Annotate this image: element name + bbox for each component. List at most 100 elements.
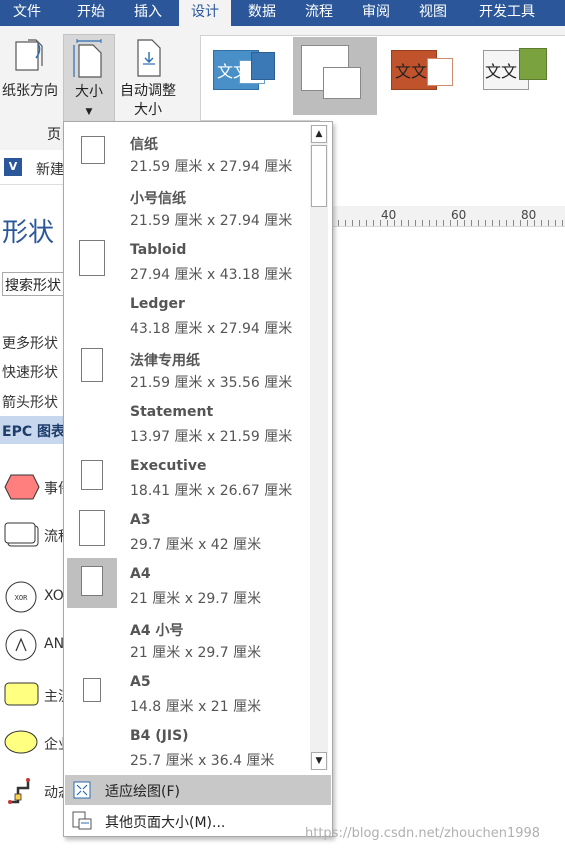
drawing-canvas[interactable]	[331, 227, 565, 854]
tab-data[interactable]: 数据	[236, 0, 288, 26]
enterprise-ellipse-icon	[4, 730, 38, 754]
tab-home[interactable]: 开始	[62, 0, 120, 26]
page-shape-icon	[79, 510, 105, 546]
stencil-main-flow[interactable]: 主流	[0, 680, 72, 710]
page-size-dimensions: 27.94 厘米 x 43.18 厘米	[130, 267, 293, 283]
size-button[interactable]: 大小 ▼	[63, 34, 115, 124]
page-thumbnail	[67, 558, 117, 608]
page-thumbnail	[67, 504, 117, 554]
page-size-option-letter[interactable]: 信纸 21.59 厘米 x 27.94 厘米	[66, 126, 308, 180]
page-size-option-executive[interactable]: Executive 18.41 厘米 x 26.67 厘米	[66, 450, 308, 504]
page-size-option-a3[interactable]: A3 29.7 厘米 x 42 厘米	[66, 504, 308, 558]
svg-text:XOR: XOR	[15, 594, 28, 602]
page-size-name: Ledger	[130, 296, 185, 312]
epc-stencil-header[interactable]: EPC 图表	[0, 416, 65, 444]
page-thumbnail	[67, 180, 117, 230]
tab-file[interactable]: 文件	[0, 0, 54, 26]
page-size-dimensions: 29.7 厘米 x 42 厘米	[130, 537, 262, 553]
page-size-dimensions: 21 厘米 x 29.7 厘米	[130, 591, 262, 607]
page-size-dimensions: 13.97 厘米 x 21.59 厘米	[130, 429, 293, 445]
page-thumbnail	[67, 288, 117, 338]
arrow-shapes-link[interactable]: 箭头形状	[2, 392, 58, 412]
page-size-option-a4-small[interactable]: A4 小号 21 厘米 x 29.7 厘米	[66, 612, 308, 666]
tab-developer[interactable]: 开发工具	[466, 0, 548, 26]
theme-orange-text: 文文	[395, 62, 428, 81]
quick-shapes-link[interactable]: 快速形状	[2, 362, 58, 382]
page-size-dimensions: 25.7 厘米 x 36.4 厘米	[130, 753, 275, 769]
more-page-sizes-label: 其他页面大小(M)...	[105, 815, 226, 831]
theme-blue-text: 文文	[217, 62, 250, 81]
page-size-option-a5[interactable]: A5 14.8 厘米 x 21 厘米	[66, 666, 308, 720]
page-thumbnail	[67, 342, 117, 392]
fit-to-drawing-icon	[73, 781, 91, 799]
document-tab-label[interactable]: 新建	[36, 159, 64, 179]
page-size-option-legal[interactable]: 法律专用纸 21.59 厘米 x 35.56 厘米	[66, 342, 308, 396]
page-setup-group-label: 页	[47, 127, 61, 143]
page-size-name: B4 (JIS)	[130, 728, 189, 744]
stencil-and[interactable]: AND	[0, 626, 75, 662]
auto-size-label-line2: 大小	[134, 102, 162, 118]
theme-blue[interactable]: 文文	[209, 46, 283, 110]
page-thumbnail	[67, 612, 117, 662]
page-size-option-ledger[interactable]: Ledger 43.18 厘米 x 27.94 厘米	[66, 288, 308, 342]
page-size-option-b4-jis[interactable]: B4 (JIS) 25.7 厘米 x 36.4 厘米	[66, 720, 308, 774]
stencil-event[interactable]: 事件	[0, 470, 72, 504]
page-size-dimensions: 21.59 厘米 x 27.94 厘米	[130, 159, 293, 175]
chevron-down-icon: ▼	[85, 107, 93, 117]
tab-insert[interactable]: 插入	[122, 0, 174, 26]
orientation-button[interactable]: 纸张方向	[0, 34, 60, 120]
visio-doc-icon: V	[4, 158, 22, 176]
tab-process[interactable]: 流程	[293, 0, 345, 26]
stencil-enterprise[interactable]: 企业	[0, 728, 72, 758]
theme-green[interactable]: 文文	[479, 46, 559, 110]
dropdown-scrollbar[interactable]: ▲ ▼	[310, 125, 328, 770]
size-label: 大小	[75, 84, 103, 100]
page-size-name: A4 小号	[130, 623, 184, 639]
auto-size-icon	[137, 39, 161, 77]
more-page-sizes-menu-item[interactable]: 其他页面大小(M)...	[65, 806, 331, 836]
page-size-dimensions: 43.18 厘米 x 27.94 厘米	[130, 321, 293, 337]
process-box-icon	[4, 522, 39, 547]
theme-orange[interactable]: 文文	[389, 46, 463, 110]
page-size-name: A5	[130, 674, 151, 690]
page-size-option-small-letter[interactable]: 小号信纸 21.59 厘米 x 27.94 厘米	[66, 180, 308, 234]
page-shape-icon	[79, 240, 105, 276]
search-shapes-input[interactable]: 搜索形状	[2, 272, 66, 296]
page-size-dimensions: 14.8 厘米 x 21 厘米	[130, 699, 262, 715]
tab-view[interactable]: 视图	[407, 0, 459, 26]
tab-design[interactable]: 设计	[179, 0, 231, 26]
scroll-thumb[interactable]	[311, 145, 327, 207]
scroll-up-arrow-icon[interactable]: ▲	[311, 125, 327, 143]
more-shapes-link[interactable]: 更多形状	[2, 333, 58, 353]
page-shape-icon	[81, 136, 105, 164]
page-shape-icon	[83, 678, 101, 702]
page-size-name: Tabloid	[130, 242, 187, 258]
scroll-down-arrow-icon[interactable]: ▼	[311, 752, 327, 770]
event-hexagon-icon	[4, 474, 40, 500]
themes-gallery: 文文 文文 文文	[200, 35, 565, 121]
page-size-option-tabloid[interactable]: Tabloid 27.94 厘米 x 43.18 厘米	[66, 234, 308, 288]
auto-size-button[interactable]: 自动调整 大小	[116, 34, 180, 122]
page-size-name: Executive	[130, 458, 207, 474]
stencil-dynamic-connector[interactable]: 动态	[0, 774, 72, 808]
fit-to-drawing-menu-item[interactable]: 适应绘图(F)	[65, 775, 331, 805]
tab-review[interactable]: 审阅	[350, 0, 402, 26]
page-size-option-statement[interactable]: Statement 13.97 厘米 x 21.59 厘米	[66, 396, 308, 450]
page-size-name: 小号信纸	[130, 191, 186, 207]
page-thumbnail	[67, 720, 117, 770]
main-flow-icon	[4, 682, 39, 706]
page-setup-icon	[72, 811, 92, 830]
page-size-option-a4[interactable]: A4 21 厘米 x 29.7 厘米	[66, 558, 308, 612]
page-thumbnail	[67, 234, 117, 284]
theme-plain-selected[interactable]	[293, 37, 377, 115]
stencil-xor[interactable]: XOR XOR	[0, 578, 73, 614]
stencil-process[interactable]: 流程	[0, 518, 72, 552]
page-thumbnail	[67, 450, 117, 500]
orientation-icon	[15, 39, 43, 71]
page-size-name: 法律专用纸	[130, 353, 200, 369]
xor-circle-icon: XOR	[5, 581, 37, 613]
horizontal-ruler: 40 60 80	[331, 206, 565, 227]
watermark-text: https://blog.csdn.net/zhouchen1998	[305, 826, 541, 841]
ribbon-tab-bar: 文件 开始 插入 设计 数据 流程 审阅 视图 开发工具	[0, 0, 565, 26]
auto-size-label-line1: 自动调整	[120, 83, 176, 99]
